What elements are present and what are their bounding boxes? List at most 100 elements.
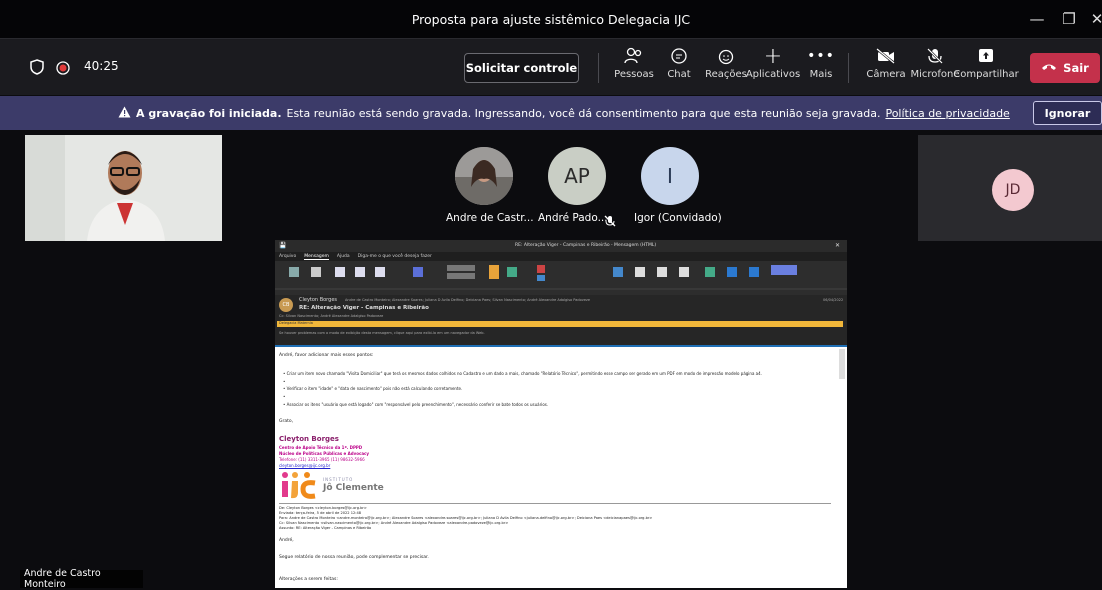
participant-name: Andre de Castr... <box>446 212 534 224</box>
logo-name-text: Jô Clemente <box>323 483 384 493</box>
banner-title: A gravação foi iniciada. <box>136 106 282 120</box>
body2-text: Segue relatório de nossa reunião, pode c… <box>279 555 429 560</box>
microphone-muted-icon <box>604 212 616 231</box>
ribbon-search[interactable]: Diga-me o que você deseja fazer <box>358 254 432 259</box>
window-title: Proposta para ajuste sistêmico Delegacia… <box>411 11 691 27</box>
email-bullet: • Verificar o item "idade" e "data de na… <box>283 386 463 391</box>
banner-message: Esta reunião está sendo gravada. Ingress… <box>286 106 881 120</box>
chat-icon <box>670 43 688 69</box>
shared-screen: RE: Alteração Viger - Campinas e Ribeirã… <box>275 240 847 588</box>
forward-from: De: Cleyton Borges <cleyton.borges@ijc.o… <box>279 506 367 510</box>
camera-label: Câmera <box>866 69 906 80</box>
recording-icon <box>56 60 70 79</box>
people-icon <box>624 43 644 69</box>
email-window-titlebar: RE: Alteração Viger - Campinas e Ribeirã… <box>275 240 847 252</box>
bullet-text: Criar um item novo chamado "Visita Domic… <box>286 371 762 376</box>
forward-cc: Cc: Silvan Nascimento <silvan.nascimento… <box>279 521 509 525</box>
logo-top-text: INSTITUTO <box>323 477 354 482</box>
recording-banner: A gravação foi iniciada. Esta reunião es… <box>0 96 1102 130</box>
share-button[interactable]: Compartilhar <box>953 43 1019 93</box>
chat-label: Chat <box>667 69 691 80</box>
more-button[interactable]: ••• Mais <box>806 43 836 93</box>
banner-content: A gravação foi iniciada. Esta reunião es… <box>118 96 1010 130</box>
privacy-policy-link[interactable]: Política de privacidade <box>885 107 1009 120</box>
participant-video-tile[interactable] <box>25 135 222 241</box>
signature-line: Centro de Apoio Técnico da 1ª. DPPD <box>279 445 363 450</box>
signature-line: Núcleo de Políticas Públicas e Advocacy <box>279 451 370 456</box>
reactions-button[interactable]: Reações <box>704 43 748 93</box>
bullet-text: Associar os itens "usuário que está loga… <box>286 402 549 407</box>
body2-greeting: André, <box>279 538 294 543</box>
share-label: Compartilhar <box>953 69 1019 80</box>
participant-tile-jd[interactable]: JD <box>918 135 1102 241</box>
camera-button[interactable]: Câmera <box>866 43 906 93</box>
email-thanks: Grato, <box>279 419 294 424</box>
signature-name: Cleyton Borges <box>279 435 339 443</box>
sender-avatar: CB <box>279 298 293 312</box>
divider <box>598 53 599 83</box>
body2-list-title: Alterações a serem feitas: <box>279 577 338 582</box>
warning-icon <box>118 106 131 121</box>
presenter-name-label: Andre de Castro Monteiro <box>20 568 143 590</box>
microphone-off-icon <box>926 43 944 69</box>
institute-logo <box>279 471 319 505</box>
ribbon-tab-file[interactable]: Arquivo <box>279 254 296 259</box>
save-icon: 💾 <box>279 242 287 249</box>
close-icon: ✕ <box>835 242 841 249</box>
share-screen-icon <box>978 43 994 69</box>
email-date: 06/04/2022 <box>823 298 844 302</box>
microphone-button[interactable]: Microfone <box>910 43 960 93</box>
email-subject: RE: Alteração Viger - Campinas e Ribeirã… <box>299 305 429 311</box>
email-header: CB Cleyton Borges Andre de Castro Montei… <box>275 295 847 345</box>
email-bullet: • Criar um item novo chamado "Visita Dom… <box>283 371 762 376</box>
meeting-toolbar: 40:25 Solicitar controle Pessoas Chat Re… <box>0 38 1102 95</box>
email-cc: Cc: Silvan Nascimento; André Alexandre A… <box>279 314 384 318</box>
email-recipients: Andre de Castro Monteiro; Alexandre Soar… <box>345 298 590 302</box>
view-notice[interactable]: Se houver problemas com o modo de exibiç… <box>279 331 485 335</box>
signature-email-link[interactable]: cleyton.borges@ijc.org.br <box>279 463 330 468</box>
avatar-jd: JD <box>992 169 1034 211</box>
minimize-icon[interactable]: — <box>1020 0 1054 38</box>
divider <box>848 53 849 83</box>
avatar-initials: AP <box>564 164 590 188</box>
forward-to: Para: Andre de Castro Monteiro <andre.mo… <box>279 516 653 520</box>
participant-video <box>25 135 222 241</box>
bullet-spacer: • <box>283 394 286 399</box>
profile-photo-icon <box>455 147 513 205</box>
chat-button[interactable]: Chat <box>662 43 696 93</box>
people-label: Pessoas <box>614 69 654 80</box>
participant-name: André Pado... <box>538 212 608 224</box>
leave-label: Sair <box>1063 61 1089 75</box>
phone-hangup-icon <box>1041 61 1057 75</box>
email-ribbon-tabs: Arquivo Mensagem Ajuda Diga-me o que voc… <box>275 252 847 261</box>
divider <box>279 503 831 504</box>
people-button[interactable]: Pessoas <box>612 43 656 93</box>
leave-button[interactable]: Sair <box>1030 53 1100 83</box>
category-bar: Delegacia Maternia <box>277 321 843 327</box>
camera-off-icon <box>876 43 896 69</box>
ribbon-tab-help[interactable]: Ajuda <box>337 254 350 259</box>
avatar-andre-castro[interactable] <box>455 147 513 205</box>
close-icon[interactable]: ✕ <box>1080 0 1102 38</box>
signature-line: Telefone: (11) 3311-3965 (11) 98632-5966 <box>279 457 365 462</box>
shield-icon <box>30 59 44 79</box>
bullet-spacer: • <box>283 379 286 384</box>
ijc-logo-icon <box>282 472 316 499</box>
avatar-igor[interactable]: I <box>641 147 699 205</box>
email-greeting: André, favor adicionar mais esses pontos… <box>279 353 374 358</box>
email-ribbon <box>275 261 847 295</box>
avatar-andre-pado[interactable]: AP <box>548 147 606 205</box>
title-bar: Proposta para ajuste sistêmico Delegacia… <box>0 0 1102 38</box>
forward-subject: Assunto: RE: Alteração Viger - Campinas … <box>279 526 372 530</box>
email-body: André, favor adicionar mais esses pontos… <box>275 345 847 588</box>
ribbon-tab-message[interactable]: Mensagem <box>304 254 329 260</box>
ribbon-icons <box>275 265 847 290</box>
email-scrollbar[interactable] <box>839 349 845 379</box>
request-control-button[interactable]: Solicitar controle <box>464 53 579 83</box>
apps-button[interactable]: + Aplicativos <box>746 43 800 93</box>
dismiss-button[interactable]: Ignorar <box>1033 101 1102 125</box>
more-icon: ••• <box>807 48 835 64</box>
email-window-title: RE: Alteração Viger - Campinas e Ribeirã… <box>515 243 657 248</box>
reactions-icon <box>717 43 735 69</box>
sender-name: Cleyton Borges <box>299 297 338 303</box>
